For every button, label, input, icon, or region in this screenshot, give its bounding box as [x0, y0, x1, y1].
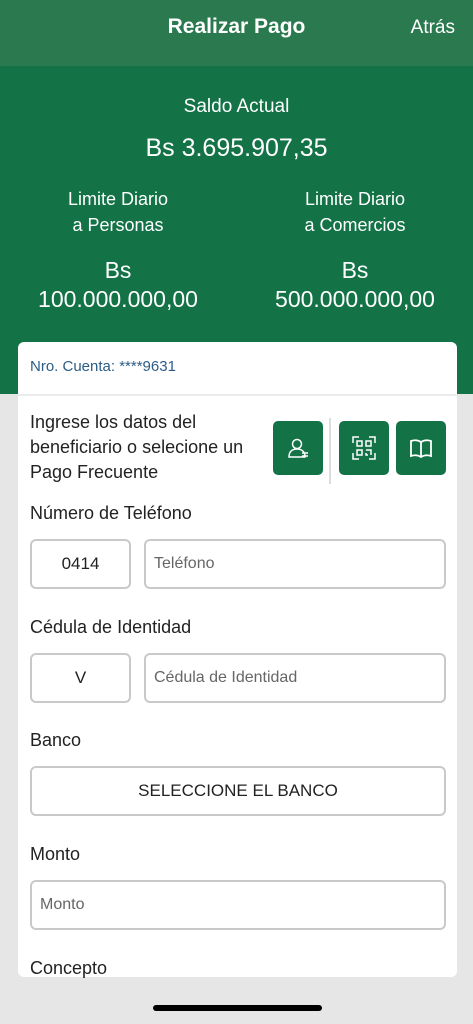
limit-comercios-label-line1: Limite Diario	[304, 189, 406, 209]
amount-input[interactable]: Monto	[30, 880, 446, 930]
action-divider	[329, 418, 331, 484]
account-row[interactable]: Nro. Cuenta: ****9631	[18, 342, 457, 396]
phone-label: Número de Teléfono	[30, 503, 192, 523]
qr-scan-button[interactable]	[339, 421, 389, 475]
book-icon	[410, 439, 432, 459]
limit-comercios: Limite Diario a Comercios Bs 500.000.000…	[237, 186, 473, 314]
amount-label: Monto	[30, 844, 81, 864]
limit-personas: Limite Diario a Personas Bs 100.000.000,…	[0, 186, 236, 314]
qr-code-icon	[352, 436, 376, 460]
balance-label: Saldo Actual	[183, 96, 290, 117]
id-document-input[interactable]: Cédula de Identidad	[144, 653, 446, 703]
id-type-select[interactable]: V	[30, 653, 131, 703]
account-number: Nro. Cuenta: ****9631	[30, 358, 176, 375]
concept-label: Concepto	[30, 958, 108, 978]
back-button[interactable]: Atrás	[411, 17, 455, 39]
limit-personas-label-line2: a Personas	[72, 215, 164, 235]
limit-comercios-currency: Bs	[341, 257, 369, 283]
phone-prefix-select[interactable]: 0414	[30, 539, 131, 589]
form-instructions: Ingrese los datos del beneficiario o sel…	[30, 412, 244, 482]
home-indicator	[153, 1005, 322, 1011]
bank-select[interactable]: SELECCIONE EL BANCO	[30, 766, 446, 816]
balance-value: Bs 3.695.907,35	[145, 134, 328, 162]
frequent-payments-button[interactable]	[396, 421, 446, 475]
limit-personas-currency: Bs	[104, 257, 132, 283]
bank-label: Banco	[30, 730, 82, 750]
limit-personas-label-line1: Limite Diario	[67, 189, 169, 209]
contacts-icon	[288, 438, 308, 458]
contacts-button[interactable]	[273, 421, 323, 475]
id-document-label: Cédula de Identidad	[30, 617, 192, 637]
page-title: Realizar Pago	[167, 15, 306, 38]
limit-personas-amount: 100.000.000,00	[38, 286, 198, 312]
top-nav-bar: Realizar Pago Atrás	[0, 0, 473, 66]
limit-comercios-label-line2: a Comercios	[304, 215, 406, 235]
limit-comercios-amount: 500.000.000,00	[275, 286, 435, 312]
phone-input[interactable]: Teléfono	[144, 539, 446, 589]
